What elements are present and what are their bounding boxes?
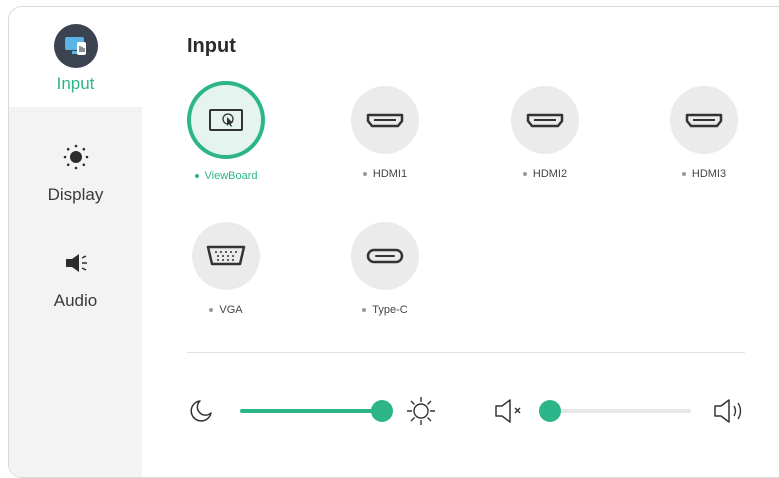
source-hdmi1[interactable]: HDMI1 xyxy=(325,86,445,180)
sidebar-item-audio[interactable]: Audio xyxy=(9,219,142,319)
viewboard-icon xyxy=(187,81,265,159)
status-dot xyxy=(362,172,367,176)
source-label-text: VGA xyxy=(219,304,243,316)
sidebar-item-display[interactable]: Display xyxy=(9,113,142,213)
divider xyxy=(187,352,745,353)
status-dot xyxy=(209,308,214,312)
sun-icon xyxy=(54,135,98,179)
sidebar-item-label: Input xyxy=(56,74,95,93)
moon-icon xyxy=(187,397,215,425)
brightness-thumb[interactable] xyxy=(371,400,393,422)
input-icon xyxy=(53,24,98,68)
status-dot xyxy=(194,174,199,178)
sidebar-item-input[interactable]: Input xyxy=(9,7,142,107)
brightness-slider[interactable] xyxy=(240,400,393,422)
usb-c-port-icon xyxy=(351,222,419,290)
status-dot xyxy=(681,172,686,176)
settings-panel: Input Display Audio Input ViewBoard HDMI… xyxy=(8,6,779,478)
source-label: ViewBoard xyxy=(194,170,258,182)
volume-thumb[interactable] xyxy=(539,400,561,422)
sidebar-item-label: Audio xyxy=(53,291,98,310)
brightness-fill xyxy=(240,409,382,413)
status-dot xyxy=(522,172,527,176)
sidebar: Input Display Audio xyxy=(9,7,142,477)
hdmi-port-icon xyxy=(511,86,579,154)
page-title: Input xyxy=(187,35,236,57)
source-label: VGA xyxy=(209,304,243,316)
source-label-text: HDMI3 xyxy=(691,168,727,180)
hdmi-port-icon xyxy=(670,86,738,154)
source-label: HDMI2 xyxy=(522,168,568,180)
mute-icon xyxy=(493,396,527,426)
sidebar-item-label: Display xyxy=(47,185,104,204)
source-label-text: Type-C xyxy=(372,304,408,316)
source-hdmi2[interactable]: HDMI2 xyxy=(485,86,605,180)
speaker-icon xyxy=(54,241,98,285)
source-type-c[interactable]: Type-C xyxy=(325,222,445,316)
source-label: HDMI1 xyxy=(362,168,408,180)
source-hdmi3[interactable]: HDMI3 xyxy=(644,86,764,180)
source-vga[interactable]: VGA xyxy=(166,222,286,316)
sun-icon xyxy=(405,395,437,427)
source-viewboard[interactable]: ViewBoard xyxy=(166,81,286,182)
hdmi-port-icon xyxy=(351,86,419,154)
source-label: Type-C xyxy=(362,304,408,316)
source-label-text: ViewBoard xyxy=(204,170,258,182)
status-dot xyxy=(362,308,367,312)
source-label: HDMI3 xyxy=(681,168,727,180)
vga-port-icon xyxy=(192,222,260,290)
source-label-text: HDMI2 xyxy=(532,168,568,180)
volume-slider[interactable] xyxy=(539,400,691,422)
source-label-text: HDMI1 xyxy=(372,168,408,180)
speaker-loud-icon xyxy=(712,396,748,426)
